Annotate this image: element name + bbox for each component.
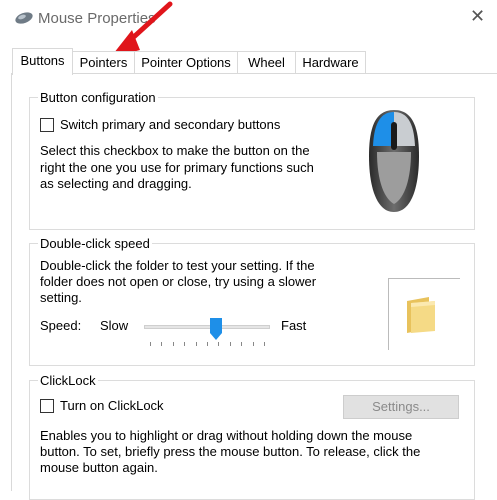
slider-tick (229, 342, 231, 346)
tab-buttons[interactable]: Buttons (12, 48, 73, 75)
double-click-description-line: Double-click the folder to test your set… (40, 258, 315, 273)
speed-label: Speed: (40, 318, 82, 333)
slow-label: Slow (100, 318, 129, 333)
slider-tick (207, 342, 208, 346)
slider-tick (252, 342, 254, 346)
clicklock-legend: ClickLock (38, 373, 98, 388)
slider-tick (241, 342, 243, 346)
slider-tick (161, 342, 163, 346)
clicklock-label[interactable]: Turn on ClickLock (60, 398, 164, 414)
slider-tick (184, 342, 186, 346)
speed-slider-thumb[interactable] (210, 318, 223, 340)
clicklock-settings-button[interactable]: Settings... (343, 395, 459, 419)
folder-icon[interactable] (403, 295, 439, 335)
speed-slider-track[interactable] (144, 325, 270, 329)
tab-strip: Buttons Pointers Pointer Options Wheel H… (0, 48, 497, 75)
double-click-description-line: setting. (40, 290, 82, 305)
button-config-description-line: Select this checkbox to make the button … (40, 143, 310, 158)
slider-tick (195, 342, 197, 346)
close-icon[interactable]: ✕ (470, 6, 485, 27)
button-config-description-line: right the one you use for primary functi… (40, 160, 314, 175)
tab-wheel[interactable]: Wheel (238, 51, 296, 73)
title-bar: Mouse Properties ✕ (0, 0, 497, 38)
mouse-illustration (369, 110, 419, 212)
tab-pointers[interactable]: Pointers (73, 51, 135, 73)
slider-tick (150, 342, 151, 346)
double-click-speed-legend: Double-click speed (38, 236, 152, 251)
fast-label: Fast (281, 318, 307, 333)
mouse-app-icon (15, 12, 33, 24)
clicklock-description-line: button. To set, briefly press the mouse … (40, 444, 421, 459)
button-configuration-legend: Button configuration (38, 90, 158, 105)
double-click-description-line: folder does not open or close, try using… (40, 274, 317, 289)
clicklock-description-line: Enables you to highlight or drag without… (40, 428, 413, 443)
slider-tick (218, 342, 220, 346)
window-title: Mouse Properties (38, 10, 156, 27)
slider-tick (172, 342, 174, 346)
tab-pointer-options[interactable]: Pointer Options (135, 51, 238, 73)
clicklock-description-line: mouse button again. (40, 460, 158, 475)
button-config-description-line: as selecting and dragging. (40, 176, 192, 191)
slider-tick (264, 342, 265, 346)
tab-hardware[interactable]: Hardware (296, 51, 366, 73)
switch-buttons-label[interactable]: Switch primary and secondary buttons (60, 117, 280, 133)
clicklock-checkbox[interactable] (40, 399, 54, 413)
switch-buttons-checkbox[interactable] (40, 118, 54, 132)
test-folder-area[interactable] (388, 278, 460, 350)
